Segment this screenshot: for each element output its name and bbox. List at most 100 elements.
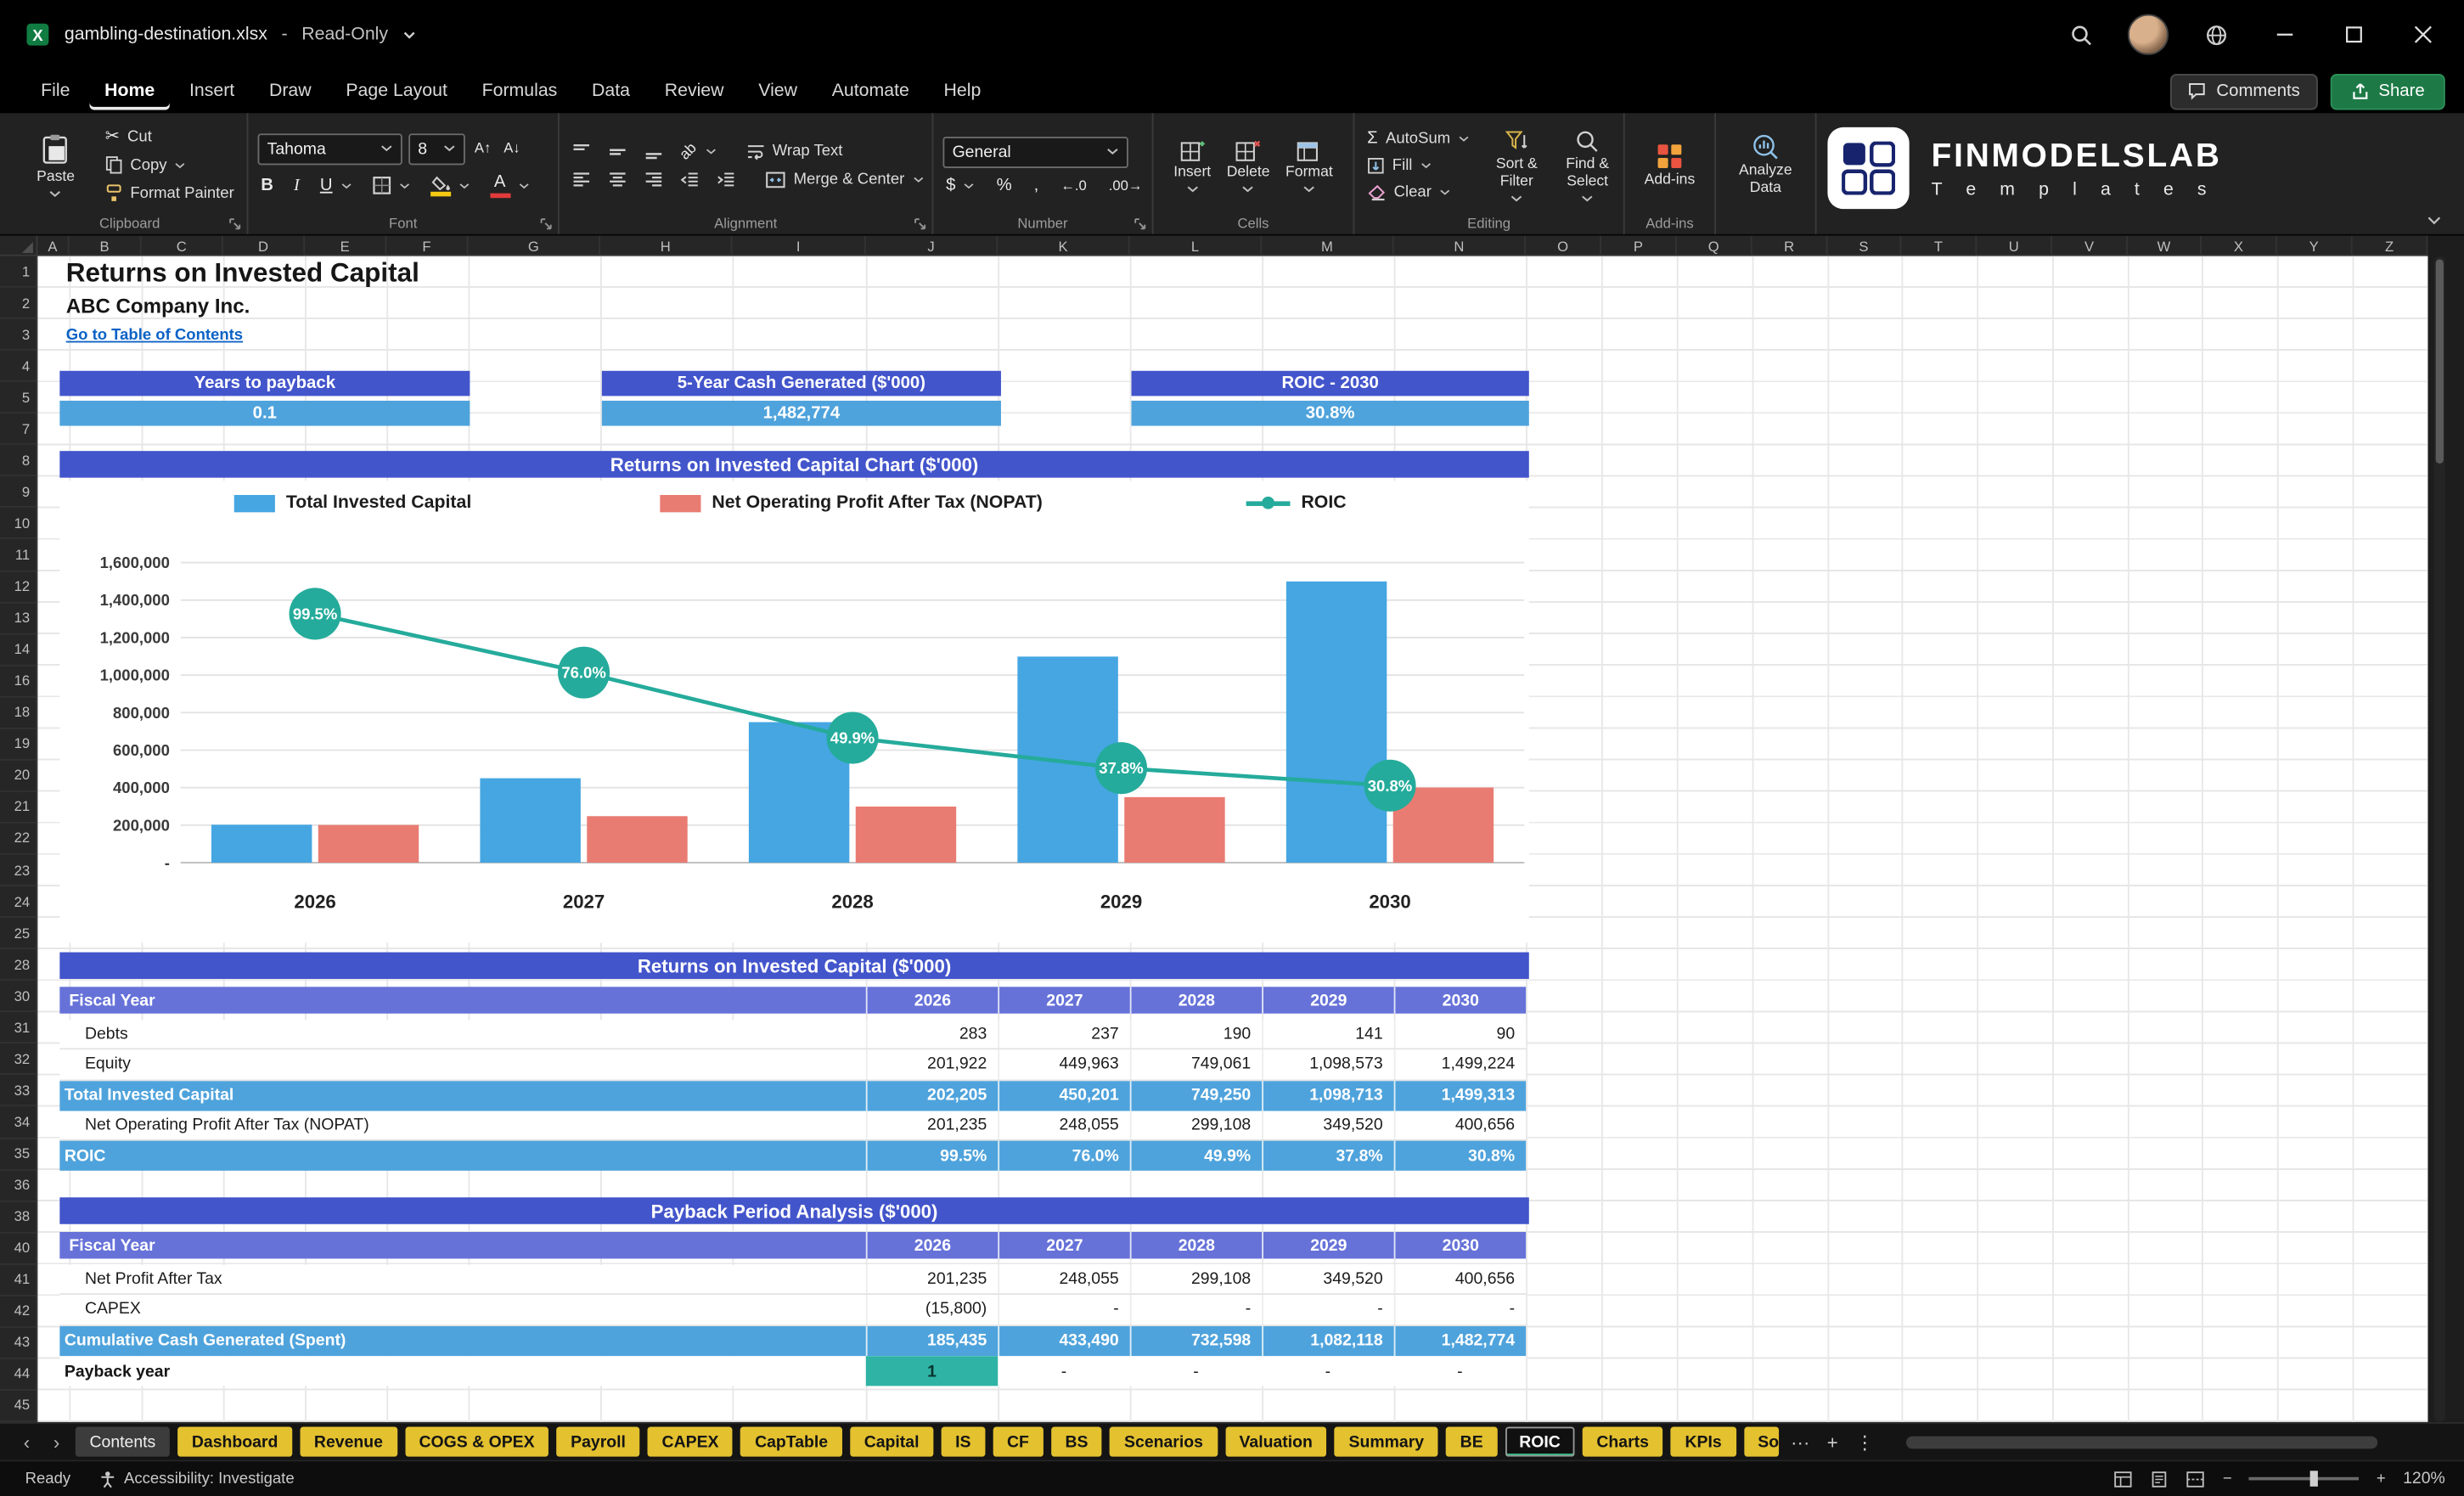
column-header-M[interactable]: M — [1262, 235, 1394, 255]
wrap-text-button[interactable]: Wrap Text — [743, 142, 847, 162]
row-header-33[interactable]: 33 — [0, 1076, 37, 1107]
cell[interactable]: 248,055 — [998, 1264, 1129, 1294]
zoom-in-button[interactable]: + — [2377, 1470, 2386, 1487]
paste-button[interactable]: Paste — [22, 133, 89, 199]
align-left-button[interactable] — [569, 170, 594, 190]
cell[interactable]: 201,235 — [865, 1111, 998, 1140]
column-header-E[interactable]: E — [305, 235, 387, 255]
sheet-tab-captable[interactable]: CapTable — [740, 1426, 842, 1457]
column-header-K[interactable]: K — [998, 235, 1130, 255]
column-header-Y[interactable]: Y — [2277, 235, 2353, 255]
row-header-36[interactable]: 36 — [0, 1170, 37, 1202]
row-header-3[interactable]: 3 — [0, 319, 37, 352]
row-header-13[interactable]: 13 — [0, 603, 37, 635]
table-row-equity[interactable]: Equity 201,922 449,963 749,061 1,098,573 1,49… — [59, 1049, 1527, 1081]
toc-link[interactable]: Go to Table of Contents — [66, 327, 243, 344]
chevron-down-icon[interactable] — [402, 29, 417, 40]
column-header-D[interactable]: D — [223, 235, 306, 255]
menu-tab-data[interactable]: Data — [577, 73, 646, 110]
accounting-format-button[interactable]: $ — [942, 175, 977, 195]
cell[interactable]: 299,108 — [1129, 1264, 1262, 1294]
cell[interactable]: 1,082,118 — [1262, 1325, 1393, 1357]
autosum-button[interactable]: Σ AutoSum — [1364, 129, 1472, 149]
row-header-31[interactable]: 31 — [0, 1012, 37, 1044]
italic-button[interactable]: I — [290, 175, 302, 195]
page-break-view-button[interactable] — [2186, 1470, 2205, 1487]
sheet-tab-be[interactable]: BE — [1445, 1426, 1498, 1457]
menu-tab-review[interactable]: Review — [649, 73, 740, 110]
cell[interactable]: 248,055 — [998, 1111, 1129, 1140]
fill-button[interactable]: Fill — [1364, 155, 1472, 176]
fiscal-year-row[interactable]: Fiscal Year 2026 2027 2028 2029 2030 — [59, 987, 1527, 1014]
add-sheet-button[interactable]: + — [1822, 1431, 1842, 1453]
row-header-14[interactable]: 14 — [0, 634, 37, 666]
cell[interactable]: - — [998, 1295, 1129, 1324]
increase-indent-button[interactable] — [713, 170, 739, 190]
align-center-button[interactable] — [605, 170, 631, 190]
column-header-Q[interactable]: Q — [1677, 235, 1752, 255]
sheet-tab-capex[interactable]: CAPEX — [647, 1426, 734, 1457]
underline-button[interactable]: U — [317, 175, 354, 195]
column-header-O[interactable]: O — [1526, 235, 1601, 255]
scrollbar-thumb[interactable] — [2435, 259, 2444, 464]
cell[interactable]: 732,598 — [1129, 1325, 1262, 1357]
zoom-out-button[interactable]: − — [2223, 1470, 2232, 1487]
user-avatar[interactable] — [2127, 14, 2169, 55]
table-row-net-profit-after-tax[interactable]: Net Profit After Tax 201,235 248,055 299,10… — [59, 1264, 1527, 1296]
cell[interactable]: 49.9% — [1129, 1141, 1262, 1172]
row-header-8[interactable]: 8 — [0, 445, 37, 477]
add-ins-button[interactable]: Add-ins — [1645, 143, 1695, 189]
table-row-debts[interactable]: Debts 283 237 190 141 90 — [59, 1020, 1527, 1050]
align-top-button[interactable] — [569, 142, 594, 162]
roic-chart[interactable]: Total Invested Capital Net Operating Prof… — [59, 481, 1529, 943]
row-header-42[interactable]: 42 — [0, 1296, 37, 1328]
column-header-B[interactable]: B — [69, 235, 142, 255]
page-layout-view-button[interactable] — [2151, 1470, 2169, 1487]
cell[interactable]: 1,499,224 — [1393, 1049, 1526, 1079]
horizontal-scrollbar[interactable] — [1905, 1436, 2378, 1449]
sort-filter-button[interactable]: Sort & Filter — [1488, 129, 1545, 202]
cell[interactable]: 99.5% — [865, 1141, 998, 1172]
sheet-tab-scenarios[interactable]: Scenarios — [1110, 1426, 1218, 1457]
grow-font-button[interactable]: A↑ — [471, 140, 494, 157]
cell[interactable]: - — [998, 1356, 1129, 1386]
comma-style-button[interactable]: , — [1031, 175, 1042, 195]
menu-tab-formulas[interactable]: Formulas — [466, 73, 573, 110]
decrease-indent-button[interactable] — [678, 170, 703, 190]
cell[interactable]: 190 — [1129, 1020, 1262, 1049]
font-color-button[interactable]: A — [487, 172, 532, 199]
row-header-5[interactable]: 5 — [0, 382, 37, 414]
format-cells-button[interactable]: Format — [1285, 138, 1333, 193]
number-format-select[interactable]: General — [942, 136, 1128, 168]
row-header-9[interactable]: 9 — [0, 476, 37, 509]
row-header-40[interactable]: 40 — [0, 1233, 37, 1265]
cell[interactable]: 449,963 — [998, 1049, 1129, 1079]
kpi-roic-2030[interactable]: ROIC - 2030 30.8% — [1131, 370, 1529, 426]
cell[interactable]: 141 — [1262, 1020, 1393, 1049]
sheet-tab-bs[interactable]: BS — [1050, 1426, 1103, 1457]
cell[interactable]: 76.0% — [998, 1141, 1129, 1172]
search-icon[interactable] — [2059, 13, 2103, 57]
cell[interactable]: 201,922 — [865, 1049, 998, 1079]
decrease-decimal-button[interactable]: .00→ — [1105, 177, 1145, 194]
row-header-1[interactable]: 1 — [0, 256, 37, 288]
sheet-tab-revenue[interactable]: Revenue — [300, 1426, 397, 1457]
sheet-tab-capital[interactable]: Capital — [850, 1426, 934, 1457]
percent-style-button[interactable]: % — [993, 175, 1015, 195]
cell[interactable]: 1,482,774 — [1393, 1325, 1526, 1357]
fiscal-year-cell[interactable]: 2027 — [998, 1232, 1129, 1259]
copy-button[interactable]: Copy — [102, 154, 237, 176]
row-header-12[interactable]: 12 — [0, 571, 37, 603]
column-header-T[interactable]: T — [1901, 235, 1977, 255]
align-bottom-button[interactable] — [641, 142, 667, 162]
cell[interactable]: 1 — [865, 1356, 999, 1386]
row-header-34[interactable]: 34 — [0, 1107, 37, 1139]
fill-color-button[interactable] — [427, 174, 473, 198]
menu-tab-view[interactable]: View — [743, 73, 813, 110]
column-header-V[interactable]: V — [2052, 235, 2128, 255]
kpi-5yr-cash-generated[interactable]: 5-Year Cash Generated ($'000) 1,482,774 — [601, 370, 1001, 426]
vertical-scrollbar[interactable] — [2433, 256, 2445, 1422]
fiscal-year-row[interactable]: Fiscal Year 2026 2027 2028 2029 2030 — [59, 1232, 1527, 1259]
fiscal-year-cell[interactable]: 2028 — [1129, 987, 1262, 1014]
cell[interactable]: 749,250 — [1129, 1080, 1262, 1111]
